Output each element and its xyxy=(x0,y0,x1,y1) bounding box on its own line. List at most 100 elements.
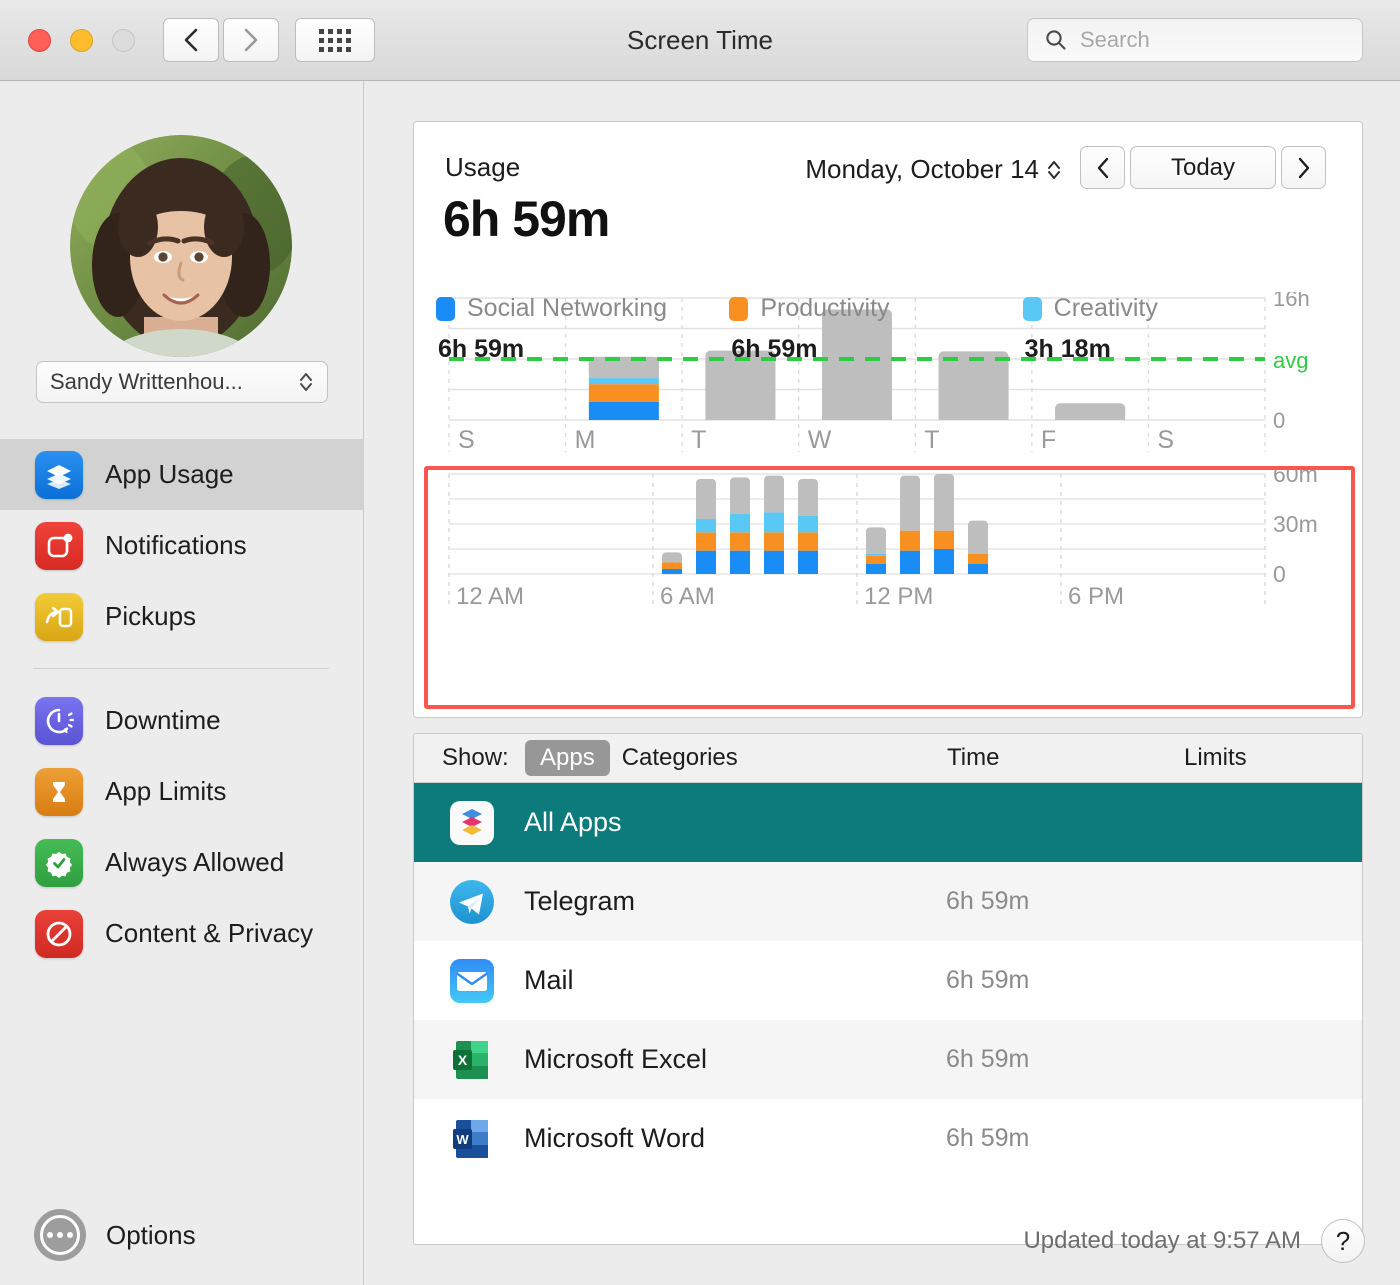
legend-label: Creativity xyxy=(1053,294,1158,322)
sidebar-item-always-allowed[interactable]: Always Allowed xyxy=(0,827,364,898)
app-time: 6h 59m xyxy=(946,966,1030,994)
usage-section-label: Usage xyxy=(445,152,521,182)
svg-text:M: M xyxy=(575,426,596,454)
toggle-apps[interactable]: Apps xyxy=(525,740,610,776)
help-button[interactable]: ? xyxy=(1321,1219,1365,1263)
ellipsis-circle-icon xyxy=(34,1209,86,1261)
hourly-usage-chart[interactable]: 60m 30m 0 12 AM 6 AM 12 PM 6 PM xyxy=(445,461,1332,614)
day-navigation: Today xyxy=(1080,146,1326,189)
sidebar-item-notifications[interactable]: Notifications xyxy=(0,510,364,581)
badge-check-icon xyxy=(35,838,83,887)
app-time: 6h 59m xyxy=(946,887,1030,915)
sidebar-item-app-usage[interactable]: App Usage xyxy=(0,439,364,510)
chevron-left-icon xyxy=(1097,157,1108,178)
column-header-limits: Limits xyxy=(1184,744,1247,771)
column-header-time: Time xyxy=(947,744,1000,771)
svg-text:0: 0 xyxy=(1273,408,1285,433)
svg-text:60m: 60m xyxy=(1273,470,1318,487)
today-label: Today xyxy=(1170,153,1236,181)
svg-text:12 PM: 12 PM xyxy=(864,583,933,610)
today-button[interactable]: Today xyxy=(1130,146,1276,189)
legend-total-productivity: 6h 59m xyxy=(731,335,818,363)
search-placeholder: Search xyxy=(1080,27,1150,52)
app-time: 6h 59m xyxy=(946,1045,1030,1073)
svg-text:W: W xyxy=(808,426,832,454)
legend-swatch xyxy=(436,296,455,321)
legend-item-social: Social Networking xyxy=(436,294,729,323)
sidebar-item-label: Downtime xyxy=(105,705,221,735)
options-button[interactable]: Options xyxy=(34,1209,196,1261)
sidebar-item-label: App Limits xyxy=(105,776,227,806)
app-name: Telegram xyxy=(524,886,636,916)
selected-date: Monday, October 14 xyxy=(805,154,1039,184)
svg-text:0: 0 xyxy=(1273,561,1286,587)
app-name: Microsoft Excel xyxy=(524,1044,708,1074)
show-label: Show: xyxy=(442,744,509,771)
svg-text:F: F xyxy=(1041,426,1056,454)
date-selector[interactable]: Monday, October 14 xyxy=(805,154,1062,185)
avatar xyxy=(70,135,292,357)
table-row[interactable]: W Microsoft Word 6h 59m xyxy=(414,1099,1362,1178)
previous-day-button[interactable] xyxy=(1080,146,1125,189)
sidebar-divider xyxy=(33,668,329,669)
next-day-button[interactable] xyxy=(1281,146,1326,189)
legend-label: Social Networking xyxy=(467,294,668,322)
svg-text:6 PM: 6 PM xyxy=(1068,583,1124,610)
pickup-icon xyxy=(35,592,83,641)
legend-total-creativity: 3h 18m xyxy=(1024,335,1111,363)
table-row[interactable]: Mail 6h 59m xyxy=(414,941,1362,1020)
all-apps-icon xyxy=(449,800,495,846)
legend-item-productivity: Productivity xyxy=(729,294,1022,323)
legend-swatch xyxy=(1022,296,1042,321)
mail-icon xyxy=(449,958,495,1004)
legend-totals-row: 6h 59m 6h 59m 3h 18m xyxy=(436,335,1316,364)
svg-text:T: T xyxy=(924,426,939,454)
sidebar-item-label: Pickups xyxy=(105,601,197,631)
sidebar-item-pickups[interactable]: Pickups xyxy=(0,581,364,652)
sidebar-item-app-limits[interactable]: App Limits xyxy=(0,756,364,827)
svg-text:W: W xyxy=(456,1132,469,1147)
updated-text: Updated today at 9:57 AM xyxy=(1023,1227,1301,1254)
app-name: Microsoft Word xyxy=(524,1123,706,1153)
legend-swatch xyxy=(729,296,749,321)
chart-legend: Social Networking Productivity Creativit… xyxy=(436,294,1316,364)
telegram-icon xyxy=(449,879,495,925)
legend-total-social: 6h 59m xyxy=(438,335,525,363)
sidebar-item-content-privacy[interactable]: Content & Privacy xyxy=(0,898,364,969)
sidebar-nav-list: App Usage Notifications Pickups Downtime… xyxy=(0,439,364,969)
svg-text:30m: 30m xyxy=(1273,511,1318,537)
show-toggle[interactable]: Apps Categories xyxy=(525,740,742,776)
table-row[interactable]: X Microsoft Excel 6h 59m xyxy=(414,1020,1362,1099)
user-name: Sandy Writtenhou... xyxy=(50,369,243,394)
svg-text:X: X xyxy=(458,1052,468,1068)
usage-card: Usage 6h 59m Monday, October 14 Today av… xyxy=(413,121,1363,718)
usage-total: 6h 59m xyxy=(443,191,610,247)
bell-badge-icon xyxy=(35,521,83,570)
word-icon: W xyxy=(449,1116,495,1162)
svg-text:S: S xyxy=(458,426,475,454)
sidebar-item-label: Always Allowed xyxy=(105,847,285,877)
search-field[interactable]: Search xyxy=(1027,18,1363,62)
sidebar-item-label: App Usage xyxy=(105,459,234,489)
layers-icon xyxy=(35,450,83,499)
excel-icon: X xyxy=(449,1037,495,1083)
app-name: Mail xyxy=(524,965,574,995)
svg-text:12 AM: 12 AM xyxy=(456,583,524,610)
user-select[interactable]: Sandy Writtenhou... xyxy=(36,361,328,403)
sidebar-item-downtime[interactable]: Downtime xyxy=(0,685,364,756)
apps-table: Show: Apps Categories Time Limits All Ap… xyxy=(413,733,1363,1245)
sidebar-item-label: Content & Privacy xyxy=(105,918,314,948)
window-titlebar: Screen Time Search xyxy=(0,0,1400,81)
chevron-updown-icon xyxy=(1046,158,1062,182)
table-row[interactable]: All Apps xyxy=(414,783,1362,862)
chevron-right-icon xyxy=(1298,157,1309,178)
table-row[interactable]: Telegram 6h 59m xyxy=(414,862,1362,941)
svg-text:S: S xyxy=(1157,426,1174,454)
avatar-photo-icon xyxy=(70,135,292,357)
sidebar-item-label: Notifications xyxy=(105,530,247,560)
svg-text:T: T xyxy=(691,426,706,454)
options-label: Options xyxy=(106,1219,196,1250)
legend-label: Productivity xyxy=(760,294,890,322)
toggle-categories[interactable]: Categories xyxy=(618,740,742,776)
hourly-chart-svg: 60m 30m 0 12 AM 6 AM 12 PM 6 PM xyxy=(448,461,1318,610)
